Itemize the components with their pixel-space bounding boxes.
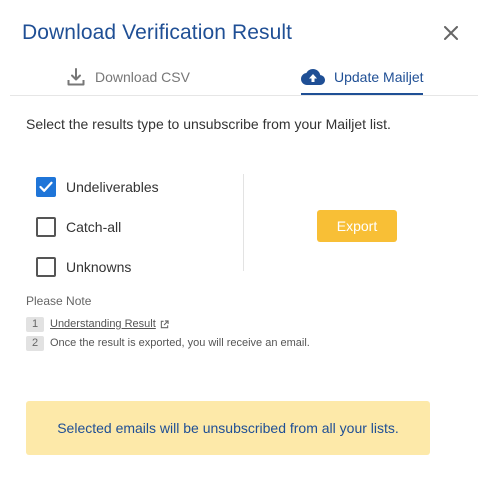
option-unknowns[interactable]: Unknowns — [36, 256, 131, 278]
understanding-result-link[interactable]: Understanding Result — [50, 318, 169, 330]
close-button[interactable] — [440, 22, 462, 44]
instruction-text: Select the results type to unsubscribe f… — [26, 116, 391, 132]
undeliverables-checkbox[interactable] — [36, 177, 56, 197]
cloud-upload-icon — [301, 68, 325, 86]
tab-update-mailjet[interactable]: Update Mailjet — [301, 58, 424, 96]
dialog-title: Download Verification Result — [22, 21, 293, 44]
option-undeliverables[interactable]: Undeliverables — [36, 176, 159, 198]
external-link-icon — [160, 319, 169, 329]
note-number-badge: 1 — [26, 316, 44, 332]
understanding-result-link-text: Understanding Result — [50, 318, 156, 330]
catch-all-label: Catch-all — [66, 219, 122, 235]
unsubscribe-warning-text: Selected emails will be unsubscribed fro… — [57, 420, 399, 436]
note-number-badge: 2 — [26, 335, 44, 351]
tab-bar: Download CSV Update Mailjet — [10, 58, 478, 96]
note-title: Please Note — [26, 294, 92, 308]
close-icon — [444, 26, 458, 40]
unknowns-checkbox[interactable] — [36, 257, 56, 277]
download-verification-dialog: Download Verification Result Download CS… — [0, 0, 488, 478]
download-icon — [66, 67, 86, 87]
option-catch-all[interactable]: Catch-all — [36, 216, 121, 238]
active-tab-indicator — [301, 93, 423, 95]
vertical-divider — [243, 174, 244, 271]
tab-update-mailjet-label: Update Mailjet — [334, 69, 424, 85]
unknowns-label: Unknowns — [66, 259, 132, 275]
unsubscribe-warning-banner: Selected emails will be unsubscribed fro… — [26, 401, 430, 455]
catch-all-checkbox[interactable] — [36, 217, 56, 237]
tab-download-csv-label: Download CSV — [95, 69, 190, 85]
export-button[interactable]: Export — [317, 210, 397, 242]
tab-download-csv[interactable]: Download CSV — [66, 58, 190, 96]
undeliverables-label: Undeliverables — [66, 179, 159, 195]
check-icon — [39, 181, 53, 192]
note-item-1: 1 Understanding Result — [26, 316, 169, 332]
note-item-2-text: Once the result is exported, you will re… — [50, 337, 310, 349]
note-item-2: 2 Once the result is exported, you will … — [26, 335, 310, 351]
